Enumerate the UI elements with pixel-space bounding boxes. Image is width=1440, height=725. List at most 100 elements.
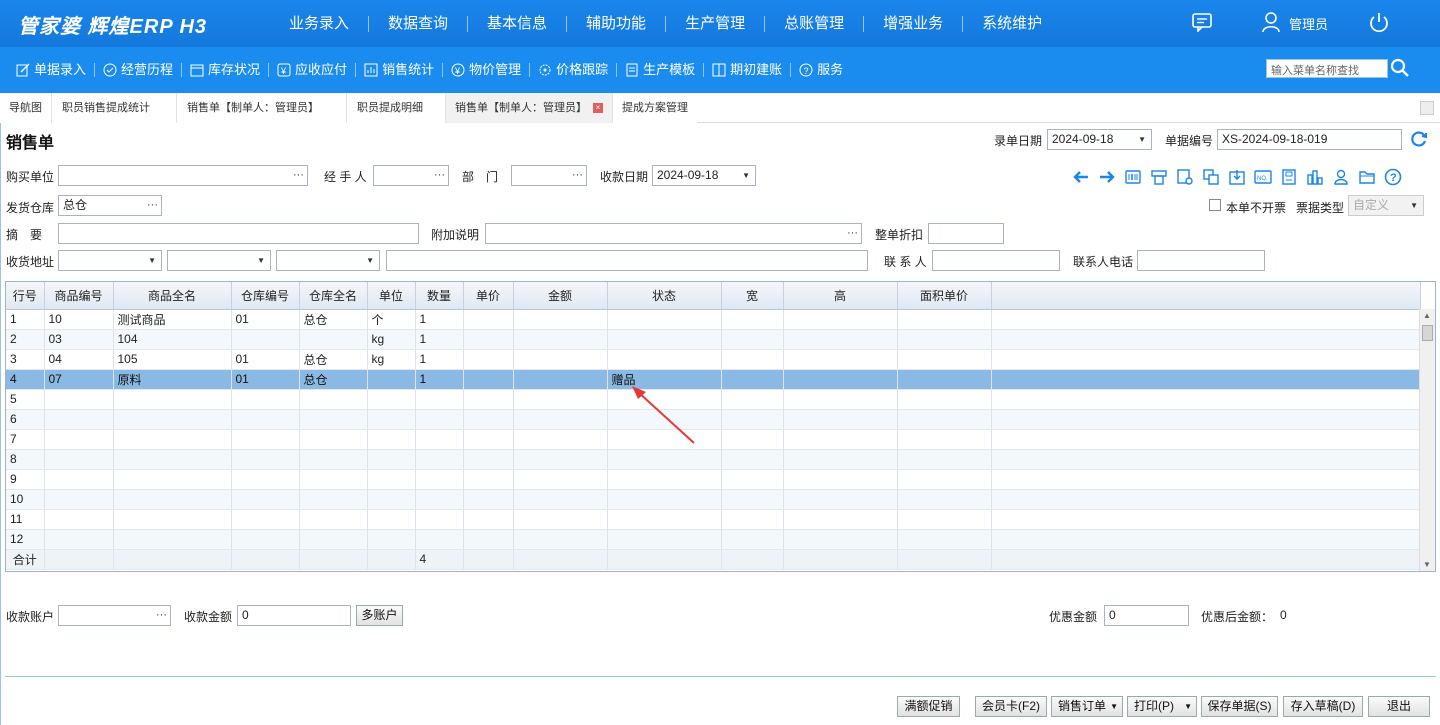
table-row[interactable]: 12 <box>6 529 1421 550</box>
table-cell[interactable] <box>513 329 608 350</box>
promotion-button[interactable]: 满额促销 <box>897 696 960 717</box>
close-icon[interactable]: × <box>593 103 603 113</box>
tab-sales-order-active[interactable]: 销售单【制单人：管理员】 × <box>446 93 613 123</box>
table-cell[interactable]: 9 <box>6 469 45 490</box>
table-cell[interactable] <box>721 489 784 510</box>
person-icon[interactable] <box>1328 166 1354 188</box>
browse-icon[interactable]: ··· <box>572 166 583 185</box>
table-cell[interactable]: 01 <box>231 309 300 330</box>
table-row[interactable]: 8 <box>6 449 1421 470</box>
table-cell[interactable] <box>44 529 114 550</box>
table-cell[interactable] <box>607 529 722 550</box>
quick-receivable-payable[interactable]: ¥ 应收应付 <box>269 63 357 77</box>
barcode-icon[interactable] <box>1120 166 1146 188</box>
table-cell[interactable] <box>367 429 416 450</box>
table-cell[interactable] <box>513 389 608 410</box>
table-cell[interactable]: 1 <box>415 329 464 350</box>
table-cell[interactable]: 03 <box>44 329 114 350</box>
table-cell[interactable] <box>113 389 232 410</box>
save-doc-icon[interactable] <box>1276 166 1302 188</box>
amount-field[interactable]: 0 <box>237 605 351 626</box>
tab-staff-commission-stats[interactable]: 职员销售提成统计 <box>52 93 177 123</box>
address-district-select[interactable]: ▼ <box>276 250 380 271</box>
no-invoice-checkbox[interactable] <box>1209 199 1221 211</box>
table-cell[interactable] <box>991 389 1421 410</box>
table-cell[interactable] <box>44 389 114 410</box>
table-cell[interactable] <box>783 389 898 410</box>
table-cell[interactable] <box>991 369 1421 390</box>
browse-icon[interactable]: ··· <box>434 166 445 185</box>
table-cell[interactable] <box>897 449 992 470</box>
table-cell[interactable]: 总仓 <box>299 369 368 390</box>
table-cell[interactable] <box>113 429 232 450</box>
table-cell[interactable] <box>513 349 608 370</box>
table-cell[interactable] <box>415 389 464 410</box>
table-cell[interactable] <box>897 349 992 370</box>
tabs-close-all-icon[interactable] <box>1420 101 1434 115</box>
table-cell[interactable] <box>463 509 514 530</box>
table-cell[interactable] <box>44 409 114 430</box>
table-cell[interactable]: 104 <box>113 329 232 350</box>
settings-doc-icon[interactable] <box>1172 166 1198 188</box>
table-cell[interactable] <box>991 329 1421 350</box>
message-icon[interactable] <box>1191 12 1213 35</box>
table-cell[interactable]: 1 <box>415 349 464 370</box>
column-header[interactable]: 商品编号 <box>44 282 114 310</box>
table-cell[interactable]: 1 <box>415 369 464 390</box>
table-cell[interactable] <box>299 389 368 410</box>
table-cell[interactable]: 7 <box>6 429 45 450</box>
table-cell[interactable]: 个 <box>367 309 416 330</box>
multi-account-button[interactable]: 多账户 <box>356 605 403 626</box>
table-cell[interactable] <box>44 509 114 530</box>
quick-service[interactable]: ? 服务 <box>791 63 851 77</box>
arrow-right-icon[interactable] <box>1094 166 1120 188</box>
dept-field[interactable]: ··· <box>511 165 587 186</box>
bill-type-select[interactable]: 自定义 ▼ <box>1348 195 1424 216</box>
menu-system[interactable]: 系统维护 <box>963 15 1061 32</box>
table-cell[interactable] <box>991 429 1421 450</box>
table-row[interactable]: 1 10 测试商品 01 总仓个 1 <box>6 309 1421 330</box>
table-cell[interactable] <box>783 449 898 470</box>
table-row[interactable]: 9 <box>6 469 1421 490</box>
table-cell[interactable] <box>991 309 1421 330</box>
table-cell[interactable] <box>897 389 992 410</box>
table-cell[interactable] <box>897 529 992 550</box>
table-cell[interactable] <box>299 449 368 470</box>
table-cell[interactable] <box>513 489 608 510</box>
print-button[interactable]: 打印(P) ▼ <box>1127 696 1197 717</box>
table-cell[interactable] <box>897 369 992 390</box>
table-cell[interactable]: 8 <box>6 449 45 470</box>
table-cell[interactable] <box>299 409 368 430</box>
account-field[interactable]: ··· <box>58 605 171 626</box>
member-card-button[interactable]: 会员卡(F2) <box>975 696 1047 717</box>
table-cell[interactable] <box>897 509 992 530</box>
copy-icon[interactable] <box>1198 166 1224 188</box>
column-header[interactable] <box>991 282 1421 310</box>
table-cell[interactable] <box>783 329 898 350</box>
table-cell[interactable]: kg <box>367 349 416 370</box>
table-cell[interactable] <box>463 309 514 330</box>
menu-basic-info[interactable]: 基本信息 <box>468 15 568 32</box>
table-cell[interactable] <box>607 449 722 470</box>
browse-icon[interactable]: ··· <box>847 224 858 243</box>
tab-commission-plan[interactable]: 提成方案管理 <box>613 93 697 123</box>
table-cell[interactable] <box>367 529 416 550</box>
table-cell[interactable] <box>721 509 784 530</box>
exit-button[interactable]: 退出 <box>1368 696 1430 717</box>
table-cell[interactable] <box>991 529 1421 550</box>
table-cell[interactable]: 总仓 <box>299 309 368 330</box>
tab-navigation[interactable]: 导航图 <box>0 93 52 123</box>
address-province-select[interactable]: ▼ <box>58 250 162 271</box>
table-cell[interactable]: 04 <box>44 349 114 370</box>
table-cell[interactable] <box>897 329 992 350</box>
table-cell[interactable] <box>991 449 1421 470</box>
table-cell[interactable] <box>415 449 464 470</box>
table-cell[interactable] <box>721 349 784 370</box>
table-cell[interactable] <box>415 509 464 530</box>
table-cell[interactable] <box>415 429 464 450</box>
table-cell[interactable] <box>721 329 784 350</box>
table-row[interactable]: 6 <box>6 409 1421 430</box>
table-cell[interactable] <box>463 469 514 490</box>
table-cell[interactable] <box>783 529 898 550</box>
table-cell[interactable] <box>783 409 898 430</box>
